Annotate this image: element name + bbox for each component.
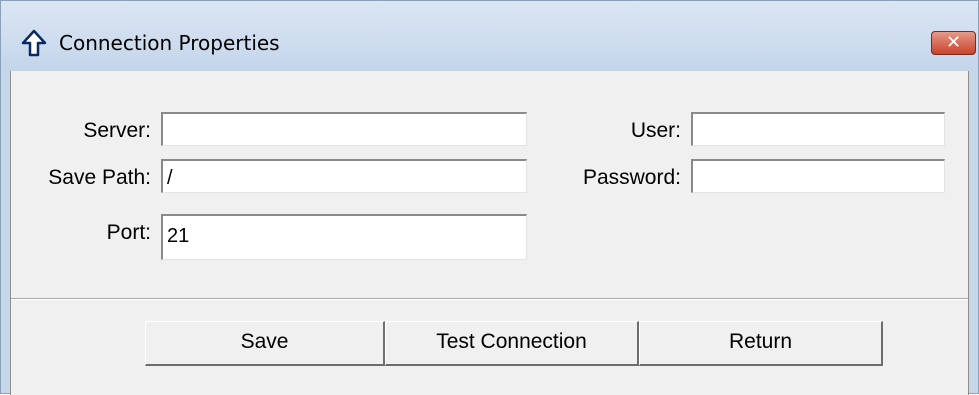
connection-properties-window: Connection Properties ✕ Server: Save Pat… bbox=[0, 0, 979, 395]
window-title: Connection Properties bbox=[59, 31, 280, 55]
port-label: Port: bbox=[106, 221, 151, 244]
password-label: Password: bbox=[582, 166, 681, 189]
title-bar[interactable]: Connection Properties ✕ bbox=[1, 1, 978, 71]
user-input[interactable] bbox=[691, 112, 945, 146]
test-connection-button[interactable]: Test Connection bbox=[385, 321, 639, 366]
password-input[interactable] bbox=[691, 159, 945, 193]
return-button[interactable]: Return bbox=[639, 321, 883, 366]
save-path-input-value: / bbox=[167, 167, 173, 189]
server-input[interactable] bbox=[161, 112, 527, 146]
save-path-label: Save Path: bbox=[48, 166, 151, 189]
separator bbox=[11, 298, 968, 300]
dialog-body: Server: Save Path: / Port: 21 User: Pass… bbox=[10, 71, 969, 395]
user-label: User: bbox=[630, 119, 681, 142]
save-button[interactable]: Save bbox=[145, 321, 385, 366]
close-button[interactable]: ✕ bbox=[931, 31, 976, 55]
close-icon: ✕ bbox=[945, 32, 962, 53]
port-input-value: 21 bbox=[167, 225, 190, 247]
server-label: Server: bbox=[83, 119, 151, 142]
up-arrow-icon bbox=[21, 29, 47, 57]
port-input[interactable]: 21 bbox=[161, 214, 527, 260]
save-path-input[interactable]: / bbox=[161, 159, 527, 193]
